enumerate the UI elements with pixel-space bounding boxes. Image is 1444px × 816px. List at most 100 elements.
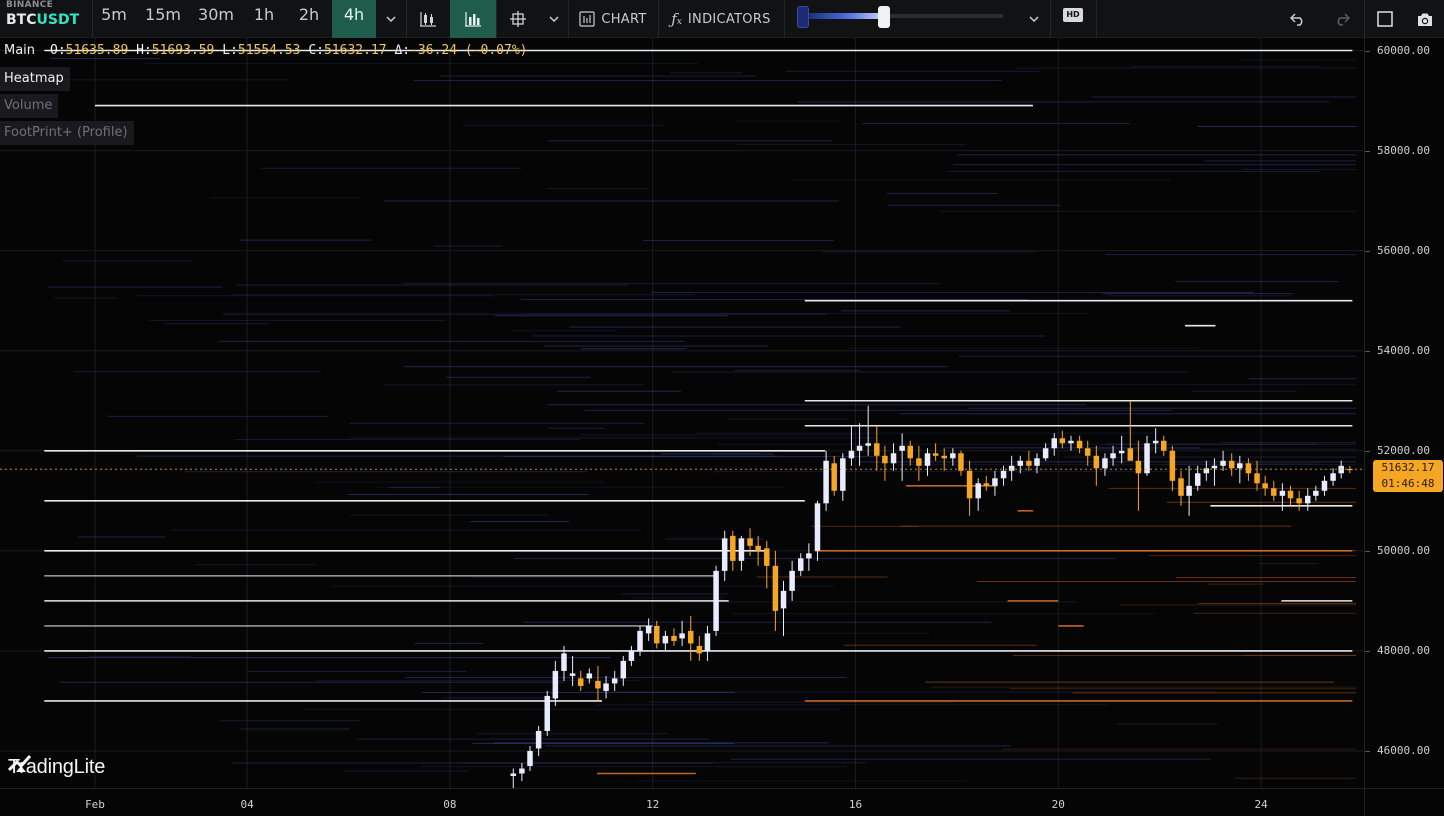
candle-bullish <box>552 670 559 699</box>
candle-bearish <box>932 453 939 456</box>
symbol-base: BTC <box>6 12 37 28</box>
candle-bullish <box>1237 463 1243 469</box>
timeframe-2h[interactable]: 2h <box>286 0 332 38</box>
bar-chart-icon <box>465 12 481 27</box>
close-value: 51632.17 <box>323 43 387 58</box>
candle-bullish <box>1068 440 1074 444</box>
candle-bullish <box>1330 473 1336 481</box>
price-tick-label: 50000.00 <box>1377 543 1430 557</box>
layer-toggle-volume[interactable]: Volume <box>0 94 59 118</box>
layer-toggle-footprint[interactable]: FootPrint+ (Profile) <box>0 121 134 145</box>
bar-chart-button[interactable] <box>450 0 496 38</box>
exchange-label: BINANCE <box>6 0 54 10</box>
drawing-tools-button[interactable] <box>496 0 540 38</box>
candle-bearish <box>1076 440 1083 449</box>
indicators-button[interactable]: ƒx INDICATORS <box>658 0 784 38</box>
time-tick-label: 08 <box>443 798 457 811</box>
candle-bullish <box>789 570 795 591</box>
delta-value: -36.24 (-0.07%) <box>410 43 528 58</box>
candle-bullish <box>848 450 855 459</box>
slider-min-handle[interactable] <box>797 6 809 28</box>
candle-bearish <box>941 455 947 459</box>
timeframe-4h[interactable]: 4h <box>332 0 376 38</box>
candle-bullish <box>1152 440 1159 444</box>
candle-bullish <box>586 673 593 679</box>
candle-bearish <box>831 463 837 491</box>
screenshot-button[interactable] <box>1410 0 1440 38</box>
main-pane-label[interactable]: Main <box>0 43 50 58</box>
candle-bearish <box>1271 488 1277 496</box>
candle-bearish <box>730 535 736 561</box>
candle-bullish <box>679 633 685 639</box>
heatmap-layer <box>44 49 1356 782</box>
candle-bullish <box>1194 473 1201 486</box>
timeframe-30m[interactable]: 30m <box>190 0 242 38</box>
open-value: 51635.89 <box>65 43 129 58</box>
chart-canvas[interactable]: Main O:51635.89 H:51693.59 L:51554.53 C:5… <box>0 38 1364 788</box>
candle-bearish <box>874 443 880 456</box>
price-tick-label: 60000.00 <box>1377 43 1430 57</box>
candle-bullish <box>1008 465 1015 471</box>
time-tick-label: 20 <box>1051 798 1065 811</box>
price-tick-label: 52000.00 <box>1377 443 1430 457</box>
tradinglite-watermark: TradingLite <box>8 754 105 780</box>
slider-handle[interactable] <box>878 6 891 28</box>
hd-toggle-button[interactable]: HD <box>1063 8 1083 22</box>
candle-bearish <box>1228 460 1235 469</box>
drawing-tools-dropdown[interactable] <box>540 0 568 38</box>
candle-bearish <box>577 678 584 686</box>
axis-corner <box>1364 788 1444 816</box>
time-tick-label: 04 <box>240 798 254 811</box>
price-tick-mark <box>1365 750 1370 752</box>
undo-button[interactable] <box>1282 0 1314 38</box>
chevron-down-icon <box>549 16 559 22</box>
candle-bullish <box>721 538 728 571</box>
candle-bearish <box>1135 460 1142 474</box>
candle-bullish <box>992 478 998 486</box>
timeframe-5m[interactable]: 5m <box>92 0 136 38</box>
layer-toggle-heatmap[interactable]: Heatmap <box>0 67 70 91</box>
candle-bullish <box>1034 458 1040 466</box>
candle-bearish <box>747 538 753 546</box>
candle-bearish <box>1059 438 1066 444</box>
candle-bullish <box>1042 448 1049 459</box>
symbol-selector[interactable]: BINANCE BTCUSDT <box>0 0 92 38</box>
candle-bullish <box>975 483 981 499</box>
heatmap-intensity-slider[interactable] <box>797 6 1007 28</box>
symbol-ticker: BTCUSDT <box>6 12 79 28</box>
top-toolbar: BINANCE BTCUSDT 5m 15m 30m 1h 2h 4h CHAR… <box>0 0 1444 38</box>
candle-bullish <box>628 650 635 661</box>
chart-settings-button[interactable]: CHART <box>568 0 658 38</box>
ohlc-legend: Main O:51635.89 H:51693.59 L:51554.53 C:5… <box>0 43 528 61</box>
candle-bullish <box>890 453 897 464</box>
fullscreen-button[interactable] <box>1370 0 1400 38</box>
price-tick-label: 58000.00 <box>1377 143 1430 157</box>
time-tick-label: 12 <box>646 798 660 811</box>
candle-bullish <box>840 458 846 491</box>
candle-bullish <box>535 730 542 749</box>
candle-bullish <box>713 570 719 631</box>
price-tick-mark <box>1365 350 1370 352</box>
fullscreen-icon <box>1377 11 1393 27</box>
last-price-label: 51632.17 01:46:48 <box>1373 460 1443 493</box>
candle-bullish <box>1313 490 1319 496</box>
timeframe-1h[interactable]: 1h <box>242 0 286 38</box>
candle-bearish <box>755 545 761 551</box>
timeframe-dropdown[interactable] <box>376 0 406 38</box>
candle-bullish <box>510 773 517 776</box>
grid-lines <box>0 38 1364 788</box>
candle-style-button[interactable] <box>406 0 450 38</box>
price-axis[interactable]: 51632.17 01:46:48 60000.00 58000.00 56000.… <box>1364 38 1444 788</box>
low-value: 51554.53 <box>237 43 301 58</box>
candle-countdown: 01:46:48 <box>1381 477 1435 491</box>
candle-bullish <box>1211 465 1218 469</box>
price-tick-label: 54000.00 <box>1377 343 1430 357</box>
redo-button[interactable] <box>1326 0 1358 38</box>
time-axis[interactable]: Feb 04 08 12 16 20 24 <box>0 788 1364 816</box>
candle-bullish <box>561 653 567 671</box>
candle-bullish <box>620 660 627 679</box>
candle-bullish <box>823 460 829 504</box>
price-tick-mark <box>1365 650 1370 652</box>
heatmap-settings-dropdown[interactable] <box>1020 0 1048 38</box>
timeframe-15m[interactable]: 15m <box>136 0 190 38</box>
